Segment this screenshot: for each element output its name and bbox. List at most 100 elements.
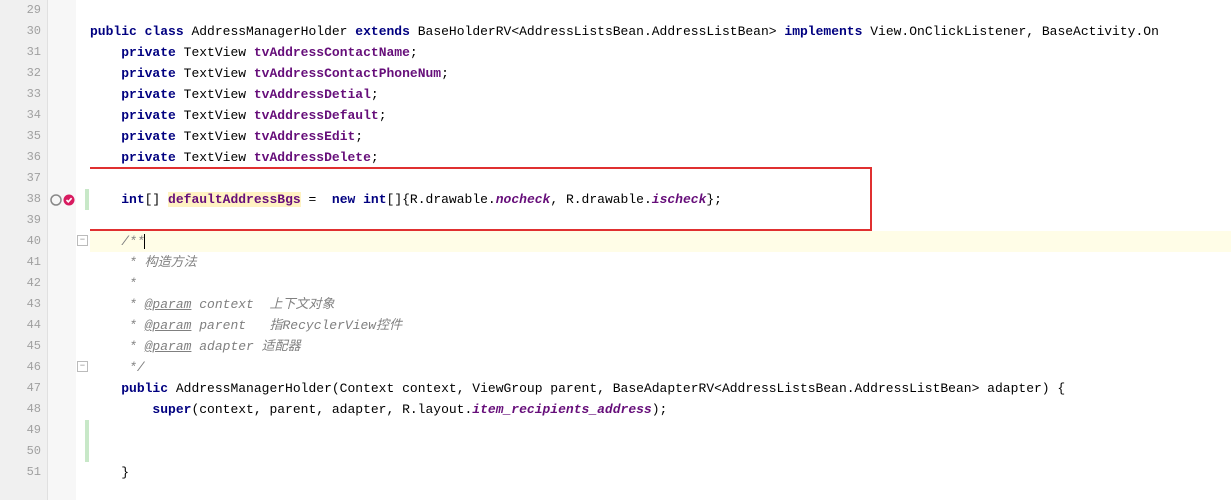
marker-column [48,0,76,500]
line-number: 37 [0,168,47,189]
code-line[interactable] [90,168,1231,189]
param-name: context [199,297,254,312]
field-name: tvAddressDelete [254,150,371,165]
code-line[interactable]: private TextView tvAddressDelete; [90,147,1231,168]
javadoc-tag: @param [145,297,192,312]
code-line[interactable]: * @param context 上下文对象 [90,294,1231,315]
class-name: AddressManagerHolder [191,24,347,39]
comment: * [121,297,144,312]
code-line[interactable] [90,210,1231,231]
comment-text: 控件 [376,318,402,333]
comment: * 构造方法 [121,255,196,270]
code-line[interactable] [90,441,1231,462]
keyword: private [121,66,176,81]
type-ref: BaseHolderRV<AddressListsBean.AddressLis… [418,24,777,39]
javadoc-tag: @param [145,339,192,354]
code-line[interactable]: * [90,273,1231,294]
editor-container: 29 30 31 32 33 34 35 36 37 38 39 40 41 4… [0,0,1231,500]
params: (Context context, ViewGroup parent, Base… [332,381,1065,396]
text: , R.drawable. [550,192,651,207]
code-line[interactable]: private TextView tvAddressEdit; [90,126,1231,147]
keyword: int [363,192,386,207]
code-line[interactable]: private TextView tvAddressContactName; [90,42,1231,63]
keyword: private [121,129,176,144]
line-number: 45 [0,336,47,357]
param-name: adapter [199,339,254,354]
line-number: 40 [0,231,47,252]
line-number: 43 [0,294,47,315]
type-ref: TextView [184,66,246,81]
change-marker [85,420,89,462]
code-line[interactable]: super(context, parent, adapter, R.layout… [90,399,1231,420]
code-line[interactable]: int[] defaultAddressBgs = new int[]{R.dr… [90,189,1231,210]
code-line[interactable]: */ [90,357,1231,378]
fold-toggle-icon[interactable]: − [77,235,88,246]
type-ref: View.OnClickListener, BaseActivity.On [870,24,1159,39]
type-ref: TextView [184,150,246,165]
keyword: super [152,402,191,417]
comment-text: 上下文对象 [269,297,334,312]
code-line[interactable]: public AddressManagerHolder(Context cont… [90,378,1231,399]
comment-text: 适配器 [262,339,301,354]
field-name-highlighted: defaultAddressBgs [168,192,301,207]
keyword: private [121,87,176,102]
line-number: 29 [0,0,47,21]
text: = [301,192,332,207]
comment: */ [121,360,144,375]
comment: * [121,276,137,291]
keyword: public [90,24,137,39]
code-line[interactable]: private TextView tvAddressDefault; [90,105,1231,126]
code-line[interactable]: private TextView tvAddressDetial; [90,84,1231,105]
static-field: ischeck [652,192,707,207]
code-area[interactable]: public class AddressManagerHolder extend… [90,0,1231,500]
code-line[interactable] [90,0,1231,21]
keyword: private [121,108,176,123]
javadoc-tag: @param [145,318,192,333]
type-ref: TextView [184,45,246,60]
breakpoint-marker[interactable] [50,189,75,210]
field-name: tvAddressContactPhoneNum [254,66,441,81]
line-number: 31 [0,42,47,63]
line-number: 51 [0,462,47,483]
code-line[interactable]: } [90,462,1231,483]
change-marker [85,189,89,210]
line-number: 44 [0,315,47,336]
text: (context, parent, adapter, R.layout. [191,402,472,417]
keyword: extends [355,24,410,39]
line-number-gutter: 29 30 31 32 33 34 35 36 37 38 39 40 41 4… [0,0,48,500]
static-field: nocheck [496,192,551,207]
line-number: 34 [0,105,47,126]
comment: * [121,339,144,354]
code-line[interactable]: * 构造方法 [90,252,1231,273]
line-number: 38 [0,189,47,210]
code-line[interactable]: private TextView tvAddressContactPhoneNu… [90,63,1231,84]
field-name: tvAddressDefault [254,108,379,123]
type-ref: TextView [184,108,246,123]
line-number: 49 [0,420,47,441]
type-ref: TextView [184,87,246,102]
check-circle-icon [63,194,75,206]
param-name: parent [199,318,246,333]
line-number: 50 [0,441,47,462]
code-line[interactable] [90,420,1231,441]
line-number: 42 [0,273,47,294]
code-line[interactable]: * @param adapter 适配器 [90,336,1231,357]
line-number: 47 [0,378,47,399]
type-ref: TextView [184,129,246,144]
text: ); [652,402,668,417]
field-name: tvAddressDetial [254,87,371,102]
fold-column: − − [76,0,90,500]
text-cursor [144,234,145,249]
line-number: 35 [0,126,47,147]
comment-text: 指 [269,318,282,333]
keyword: private [121,45,176,60]
code-line[interactable]: public class AddressManagerHolder extend… [90,21,1231,42]
fold-toggle-icon[interactable]: − [77,361,88,372]
keyword: public [121,381,168,396]
field-name: tvAddressEdit [254,129,355,144]
code-line[interactable]: * @param parent 指RecyclerView控件 [90,315,1231,336]
line-number: 48 [0,399,47,420]
line-number: 30 [0,21,47,42]
keyword: implements [784,24,862,39]
code-line[interactable]: /** [90,231,1231,252]
